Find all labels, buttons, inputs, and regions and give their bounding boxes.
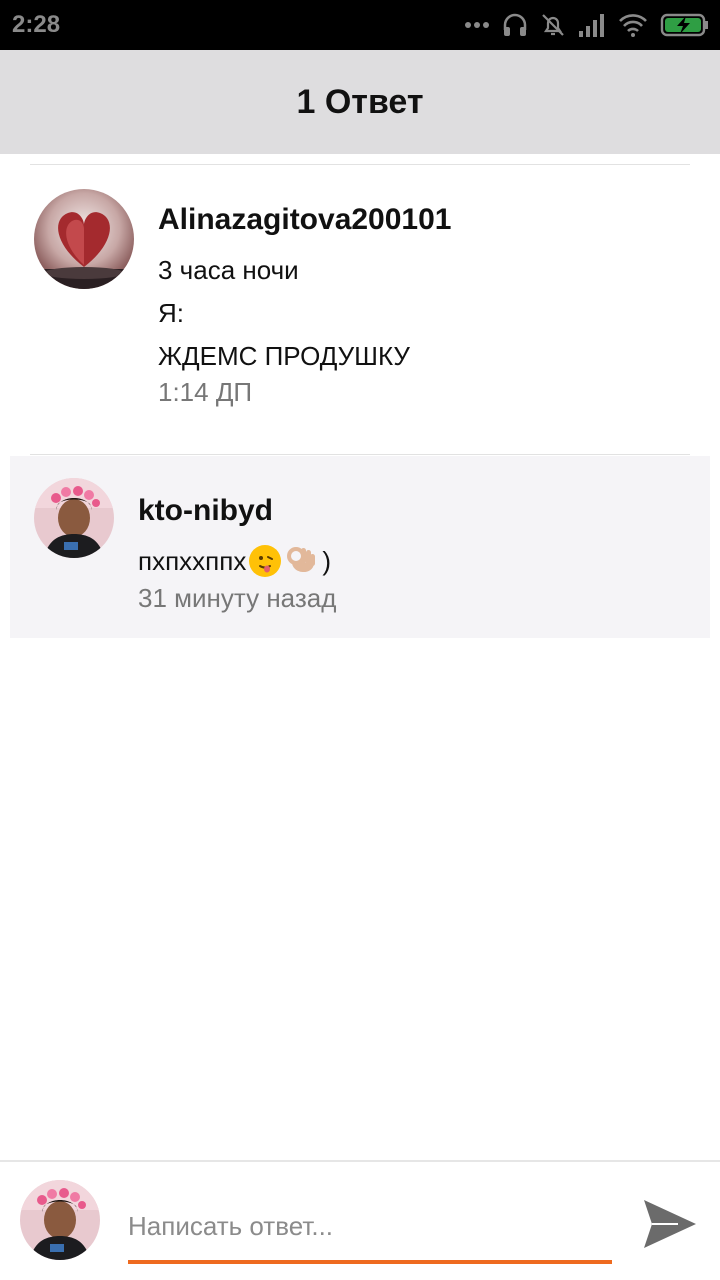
face-with-tongue-emoji bbox=[249, 545, 282, 577]
reply-input-wrapper bbox=[128, 1192, 612, 1264]
reply-input[interactable] bbox=[128, 1200, 612, 1252]
bell-off-icon bbox=[542, 14, 564, 36]
comment-text-line: Я: bbox=[158, 298, 184, 328]
comment-text-line: ЖДЕМС ПРОДУШКУ bbox=[158, 341, 410, 371]
reply-composer bbox=[0, 1160, 720, 1280]
wifi-icon bbox=[619, 14, 647, 37]
status-time: 2:28 bbox=[12, 11, 61, 38]
avatar-image bbox=[34, 478, 114, 558]
comment-original: Alinazagitova200101 3 часа ночи Я: ЖДЕМС… bbox=[0, 165, 720, 455]
reply-text-suffix: ) bbox=[322, 545, 331, 576]
headphones-icon bbox=[503, 13, 527, 36]
comment-author[interactable]: Alinazagitova200101 bbox=[158, 203, 451, 237]
reply-text-main: пхпххппх bbox=[138, 545, 247, 576]
reply-author[interactable]: kto-nibyd bbox=[138, 494, 273, 528]
reply-text: пхпххппх ) bbox=[138, 544, 331, 578]
avatar-image bbox=[20, 1180, 100, 1260]
ok-hand-emoji bbox=[287, 547, 316, 573]
status-icons bbox=[464, 10, 710, 40]
comment-text-line: 3 часа ночи bbox=[158, 255, 299, 285]
battery-charging-icon bbox=[660, 13, 708, 37]
more-dots-icon bbox=[465, 22, 489, 28]
avatar[interactable] bbox=[34, 478, 114, 558]
status-bar: 2:28 bbox=[0, 0, 720, 50]
send-icon bbox=[644, 1200, 696, 1248]
avatar-image bbox=[34, 189, 134, 289]
divider bbox=[30, 454, 690, 455]
send-button[interactable] bbox=[638, 1192, 702, 1256]
comment-time: 1:14 ДП bbox=[158, 377, 253, 407]
page-title: 1 Ответ bbox=[296, 82, 424, 121]
signal-icon bbox=[579, 14, 604, 37]
header: 1 Ответ bbox=[0, 50, 720, 154]
reply-item: kto-nibyd пхпххппх ) 31 минуту назад bbox=[10, 456, 710, 638]
reply-time: 31 минуту назад bbox=[138, 583, 337, 613]
current-user-avatar bbox=[20, 1180, 100, 1260]
avatar[interactable] bbox=[34, 189, 134, 289]
